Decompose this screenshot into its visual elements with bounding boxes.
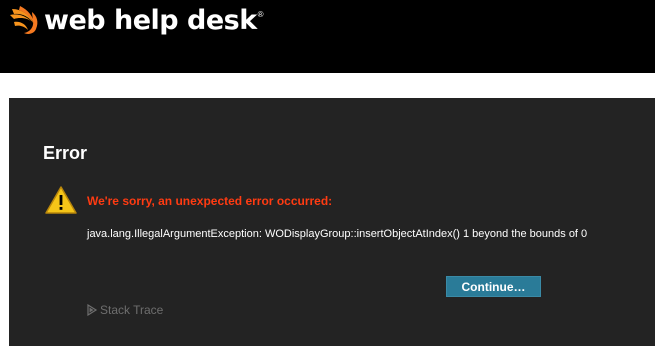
app-header: web help desk ® xyxy=(0,0,655,73)
registered-mark: ® xyxy=(257,10,264,19)
logo[interactable]: web help desk ® xyxy=(8,6,264,36)
logo-text: web help desk xyxy=(44,5,257,36)
stack-trace-label: Stack Trace xyxy=(100,303,164,317)
error-message: java.lang.IllegalArgumentException: WODi… xyxy=(87,228,588,240)
solarwinds-flame-icon xyxy=(10,6,38,34)
page-title: Error xyxy=(43,143,88,163)
error-heading: We're sorry, an unexpected error occurre… xyxy=(87,194,333,208)
error-panel: Error We're sorry, an unexpected error o… xyxy=(9,98,655,346)
warning-triangle-icon xyxy=(45,186,77,214)
continue-button[interactable]: Continue… xyxy=(446,276,541,297)
disclosure-triangle-icon xyxy=(87,304,98,316)
stack-trace-toggle[interactable]: Stack Trace xyxy=(86,303,163,317)
